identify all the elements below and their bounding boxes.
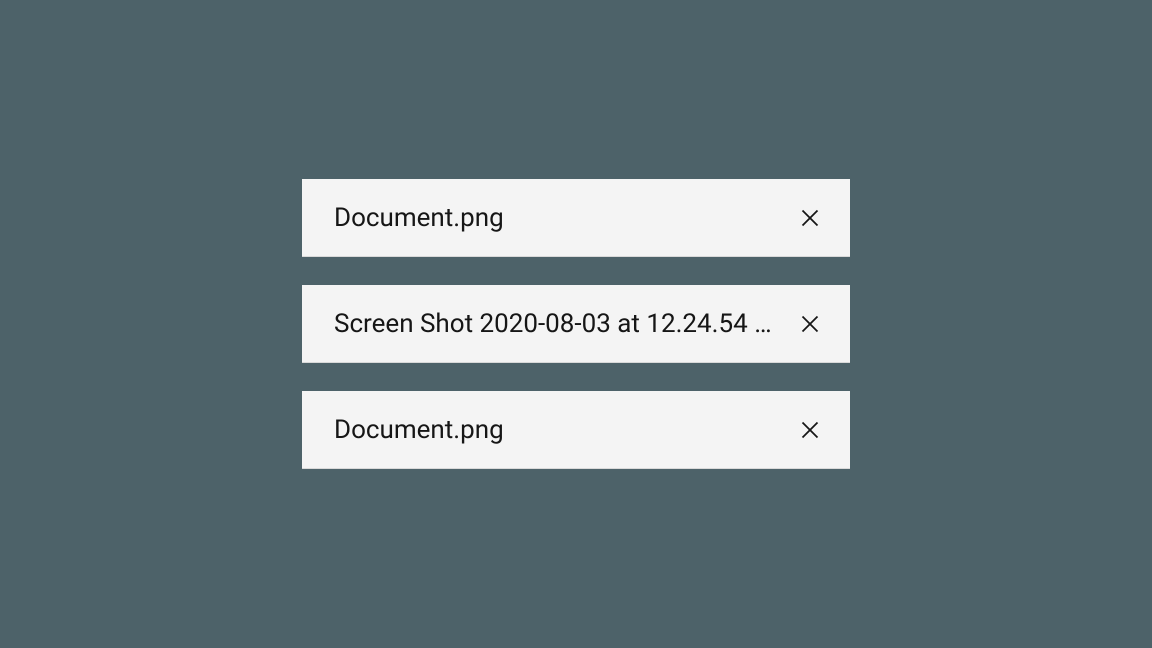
file-name: Document.png <box>334 203 504 233</box>
close-icon <box>800 208 820 228</box>
remove-file-button[interactable] <box>794 202 826 234</box>
remove-file-button[interactable] <box>794 414 826 446</box>
file-chip: Document.png <box>302 391 850 469</box>
file-chip: Document.png <box>302 179 850 257</box>
file-name: Document.png <box>334 415 504 445</box>
file-name: Screen Shot 2020-08-03 at 12.24.54 PM.pn… <box>334 309 774 339</box>
file-chip: Screen Shot 2020-08-03 at 12.24.54 PM.pn… <box>302 285 850 363</box>
close-icon <box>800 314 820 334</box>
remove-file-button[interactable] <box>794 308 826 340</box>
close-icon <box>800 420 820 440</box>
